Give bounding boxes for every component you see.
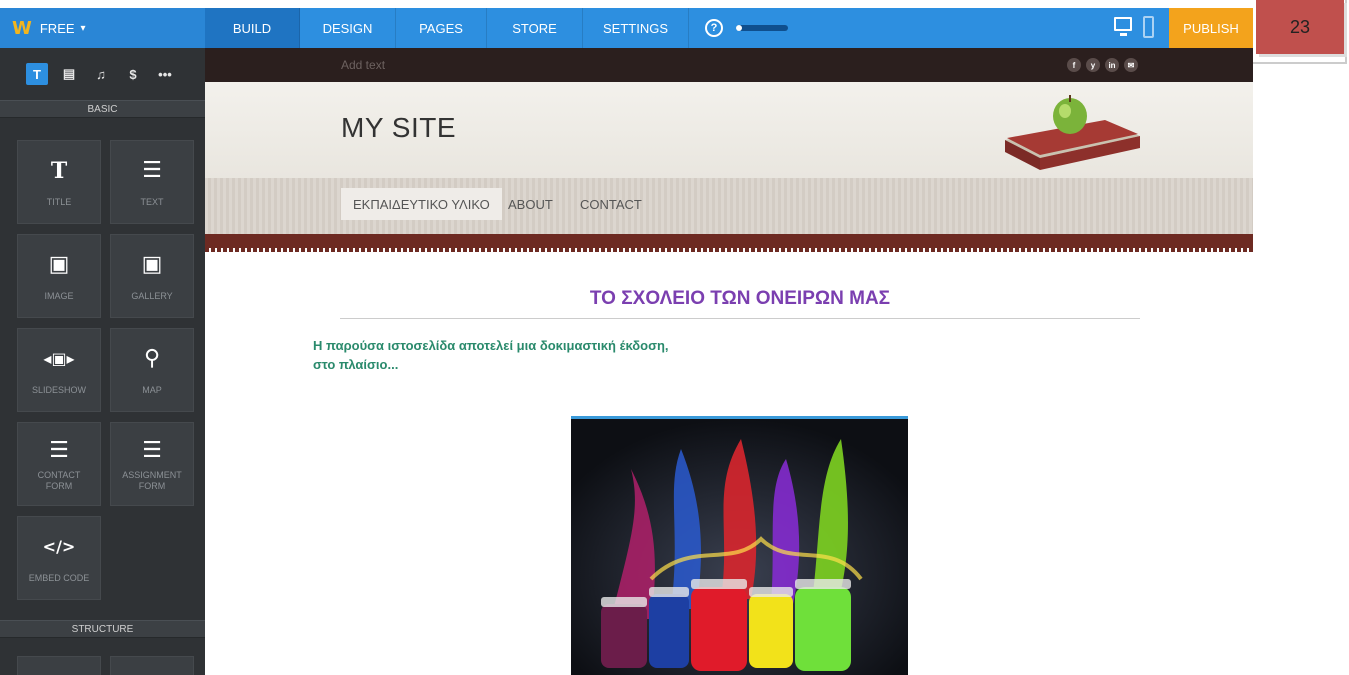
plan-label: FREE [39, 20, 75, 36]
element-label: ASSIGNMENT FORM [122, 470, 182, 491]
chevron-down-icon: ▾ [80, 22, 86, 34]
element-structure-2[interactable] [110, 656, 194, 675]
heading-divider [340, 318, 1140, 319]
element-slideshow[interactable]: ◂▣▸ SLIDESHOW [17, 328, 101, 412]
help-icon[interactable]: ? [705, 19, 723, 37]
tab-build[interactable]: BUILD [205, 8, 300, 48]
facebook-icon[interactable]: f [1067, 58, 1081, 72]
desktop-view-icon[interactable] [1114, 17, 1132, 36]
section-structure-label: STRUCTURE [0, 620, 205, 638]
element-gallery[interactable]: ▣ GALLERY [110, 234, 194, 318]
gallery-icon: ▣ [141, 252, 163, 277]
element-label: MAP [142, 384, 162, 395]
tab-settings[interactable]: SETTINGS [583, 8, 689, 48]
tab-store[interactable]: STORE [487, 8, 583, 48]
category-commerce-icon[interactable]: $ [122, 63, 144, 85]
page-heading[interactable]: ΤΟ ΣΧΟΛΕΙΟ ΤΩΝ ΟΝΕΙΡΩΝ ΜΑΣ [340, 288, 1140, 310]
category-more-icon[interactable]: ••• [154, 63, 176, 85]
element-label: EMBED CODE [28, 572, 90, 583]
element-structure-1[interactable] [17, 656, 101, 675]
code-icon: </> [42, 537, 76, 556]
mail-icon[interactable]: ✉ [1124, 58, 1138, 72]
tab-design[interactable]: DESIGN [300, 8, 396, 48]
element-grid: T TITLE ☰ TEXT ▣ IMAGE ▣ GALLERY ◂▣▸ SLI… [0, 118, 205, 618]
publish-button[interactable]: PUBLISH [1169, 8, 1253, 48]
linkedin-icon[interactable]: in [1105, 58, 1119, 72]
social-icons: f y in ✉ [1067, 58, 1138, 72]
twitter-icon[interactable]: y [1086, 58, 1100, 72]
element-label: IMAGE [44, 290, 74, 301]
element-contact-form[interactable]: ☰ CONTACT FORM [17, 422, 101, 506]
form-icon: ☰ [49, 437, 69, 463]
element-category-tabs: T ▤ ♫ $ ••• [0, 48, 205, 100]
site-title[interactable]: MY SITE [341, 112, 456, 144]
elements-sidebar: T ▤ ♫ $ ••• BASIC T TITLE ☰ TEXT ▣ IMAGE… [0, 48, 205, 675]
element-label: SLIDESHOW [31, 384, 86, 395]
mobile-view-icon[interactable] [1143, 16, 1154, 38]
add-text-placeholder[interactable]: Add text [341, 58, 385, 72]
category-basic-icon[interactable]: T [26, 63, 48, 85]
main-nav: BUILD DESIGN PAGES STORE SETTINGS [205, 8, 689, 48]
weebly-logo-icon: W [12, 17, 32, 39]
element-label: TEXT [140, 196, 164, 207]
nav-item-educational-material[interactable]: ΕΚΠΑΙΔΕΥΤΙΚΟ ΥΛΙΚΟ [341, 188, 502, 220]
element-assignment-form[interactable]: ☰ ASSIGNMENT FORM [110, 422, 194, 506]
site-header: MY SITE [205, 82, 1253, 178]
map-icon: ⚲ [143, 346, 161, 371]
editor-window: W FREE ▾ BUILD DESIGN PAGES STORE SETTIN… [0, 0, 1349, 675]
site-top-bar: Add text f y in ✉ [205, 48, 1253, 82]
element-image[interactable]: ▣ IMAGE [17, 234, 101, 318]
section-basic-label: BASIC [0, 100, 205, 118]
element-label: TITLE [46, 196, 72, 207]
element-map[interactable]: ⚲ MAP [110, 328, 194, 412]
top-toolbar: W FREE ▾ BUILD DESIGN PAGES STORE SETTIN… [0, 8, 1253, 48]
element-embed-code[interactable]: </> EMBED CODE [17, 516, 101, 600]
page-number: 23 [1256, 0, 1344, 54]
slideshow-icon: ◂▣▸ [43, 349, 75, 368]
decorative-ribbon [205, 234, 1253, 252]
nav-item-contact[interactable]: CONTACT [580, 188, 642, 220]
setup-progress-bar [736, 25, 788, 31]
element-label: CONTACT FORM [37, 470, 81, 491]
category-structure-icon[interactable]: ▤ [58, 63, 80, 85]
paint-jars-image [571, 419, 908, 675]
element-title[interactable]: T TITLE [17, 140, 101, 224]
plan-menu[interactable]: W FREE ▾ [0, 8, 205, 48]
form-icon: ☰ [142, 437, 162, 463]
image-icon: ▣ [48, 252, 70, 277]
site-preview: Add text f y in ✉ MY SITE ΕΚΠΑΙΔΕΥΤΙΚΟ Υ… [205, 48, 1253, 675]
element-text[interactable]: ☰ TEXT [110, 140, 194, 224]
element-label: GALLERY [131, 290, 173, 301]
progress-fill [736, 25, 743, 31]
book-apple-icon [1005, 95, 1140, 170]
text-icon: ☰ [142, 158, 162, 183]
tab-pages[interactable]: PAGES [396, 8, 487, 48]
nav-item-about[interactable]: ABOUT [508, 188, 553, 220]
title-icon: T [50, 157, 68, 184]
intro-line-2: στο πλαίσιο... [313, 357, 399, 372]
content-image[interactable] [571, 416, 908, 675]
category-media-icon[interactable]: ♫ [90, 63, 112, 85]
intro-paragraph[interactable]: Η παρούσα ιστοσελίδα αποτελεί μια δοκιμα… [313, 336, 669, 374]
site-navigation: ΕΚΠΑΙΔΕΥΤΙΚΟ ΥΛΙΚΟ ABOUT CONTACT [205, 178, 1253, 234]
intro-line-1: Η παρούσα ιστοσελίδα αποτελεί μια δοκιμα… [313, 338, 669, 353]
